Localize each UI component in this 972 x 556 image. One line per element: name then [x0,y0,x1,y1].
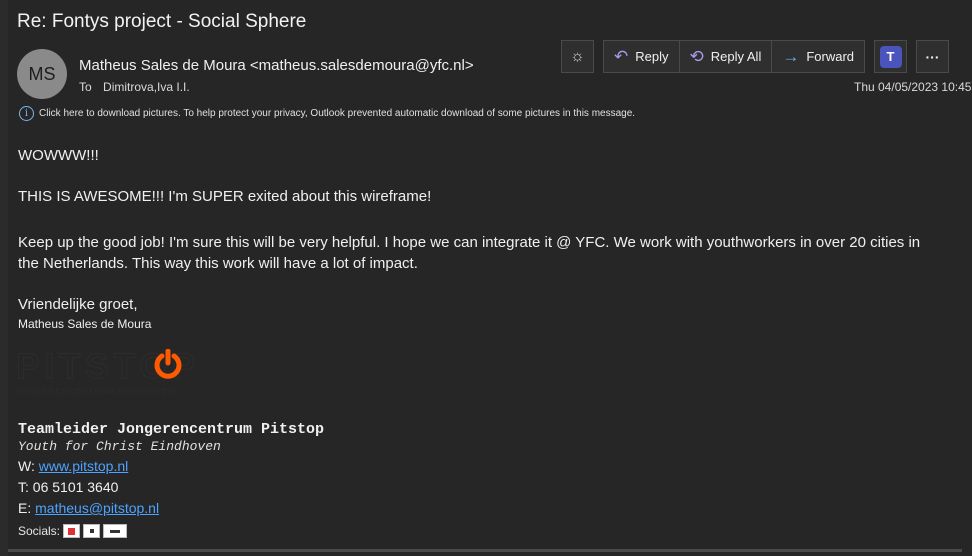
teams-button[interactable]: T [874,40,908,73]
teams-icon: T [879,45,902,68]
recipient-name[interactable]: Dimitrova,Iva I.I. [103,80,190,94]
phone-line: T: 06 5101 3640 [18,479,119,495]
reply-all-label: Reply All [710,49,762,64]
email-label: E: [18,500,36,516]
download-pictures-bar[interactable]: i Click here to download pictures. To he… [19,106,635,121]
web-label: W: [18,458,39,474]
pitstop-logo: PITSTOP JONGERENCENTRUM EINDHOVEN [15,347,216,399]
recipient-line: To Dimitrova,Iva I.I. [79,80,190,94]
forward-label: Forward [806,49,855,64]
social-image-3[interactable] [103,524,128,538]
web-line: W: www.pitstop.nl [18,458,128,474]
closing: Vriendelijke groet, [18,296,138,313]
horizontal-scrollbar[interactable] [8,549,962,552]
website-link[interactable]: www.pitstop.nl [39,458,128,474]
power-icon [154,349,182,379]
more-actions-button[interactable]: ··· [916,40,950,73]
download-pictures-text[interactable]: Click here to download pictures. To help… [39,108,635,119]
more-icon: ··· [925,48,940,65]
body-paragraph-line-2: the Netherlands. This way this work will… [18,255,418,272]
avatar[interactable]: MS [17,49,67,99]
logo-subtext: JONGERENCENTRUM EINDHOVEN [16,387,176,396]
reply-all-button[interactable]: ⟲ Reply All [679,40,773,73]
reply-button[interactable]: ↶ Reply [603,40,680,73]
socials-label: Socials: [18,524,61,538]
info-icon: i [19,106,34,121]
email-link[interactable]: matheus@pitstop.nl [35,500,159,516]
reply-arrow-icon: ↶ [614,47,629,66]
reply-label: Reply [635,49,669,64]
signature-org: Youth for Christ Eindhoven [18,439,221,454]
forward-arrow-icon: → [782,47,800,66]
body-line-1: WOWWW!!! [18,147,99,164]
message-toolbar: ☼ ↶ Reply ⟲ Reply All → Forward T ··· [561,40,950,73]
socials-row: Socials: [18,524,128,538]
forward-button[interactable]: → Forward [772,40,866,73]
email-date: Thu 04/05/2023 10:45 [854,80,972,94]
email-line: E: matheus@pitstop.nl [18,500,159,516]
signature-title: Teamleider Jongerencentrum Pitstop [18,421,325,438]
body-paragraph-line-1: Keep up the good job! I'm sure this will… [18,234,921,251]
signature-name: Matheus Sales de Moura [18,317,152,331]
reply-group: ↶ Reply ⟲ Reply All → Forward [603,40,866,73]
social-image-1[interactable] [63,524,81,538]
sender-name[interactable]: Matheus Sales de Moura <matheus.salesdem… [79,57,474,74]
body-line-2: THIS IS AWESOME!!! I'm SUPER exited abou… [18,188,432,205]
reply-all-icon: ⟲ [689,47,704,66]
theme-toggle-button[interactable]: ☼ [561,40,594,73]
social-image-2[interactable] [83,524,101,538]
to-label: To [79,80,92,94]
left-edge [0,0,8,556]
email-subject: Re: Fontys project - Social Sphere [17,11,307,32]
sun-icon: ☼ [570,47,585,65]
